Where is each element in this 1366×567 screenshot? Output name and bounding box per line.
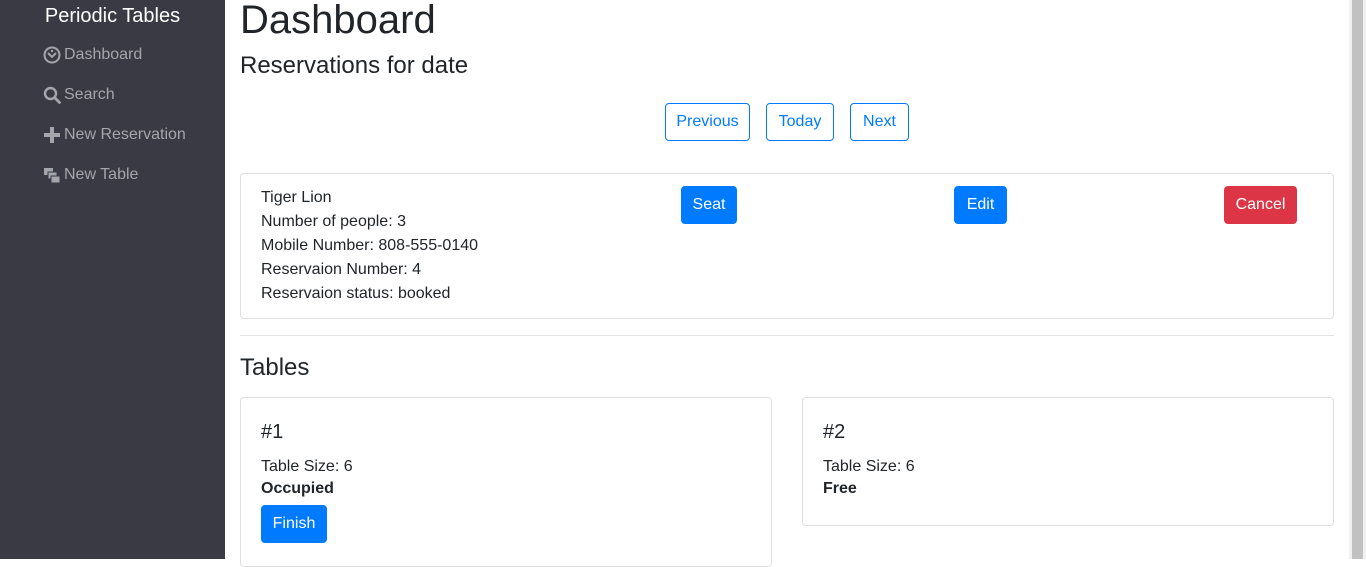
sidebar-item-search[interactable]: Search	[43, 83, 115, 107]
scrollbar-thumb[interactable]	[1352, 0, 1363, 559]
reservation-people: Number of people: 3	[261, 213, 406, 230]
plus-icon	[43, 126, 61, 144]
seat-button[interactable]: Seat	[681, 186, 737, 224]
table-name: #2	[823, 421, 846, 443]
cancel-button[interactable]: Cancel	[1224, 186, 1297, 224]
reservation-status: Reservaion status: booked	[261, 285, 451, 302]
reservation-mobile: Mobile Number: 808-555-0140	[261, 237, 479, 254]
sidebar-item-new-table[interactable]: New Table	[43, 163, 138, 187]
divider	[240, 335, 1334, 336]
next-button[interactable]: Next	[850, 103, 909, 141]
sidebar-item-label: New Reservation	[64, 126, 186, 143]
table-size: Table Size: 6	[823, 458, 915, 475]
layers-icon	[43, 166, 61, 184]
search-icon	[43, 86, 61, 104]
previous-button[interactable]: Previous	[665, 103, 750, 141]
sidebar-item-label: New Table	[64, 166, 139, 183]
sidebar-item-new-reservation[interactable]: New Reservation	[43, 123, 186, 147]
reservation-name: Tiger Lion	[261, 189, 332, 206]
finish-button[interactable]: Finish	[261, 505, 327, 543]
table-status: Free	[823, 480, 857, 497]
table-name: #1	[261, 421, 284, 443]
sidebar: Periodic Tables Dashboard Search New Res…	[0, 0, 225, 559]
sidebar-item-label: Dashboard	[64, 46, 143, 63]
reservations-subtitle: Reservations for date	[240, 52, 469, 79]
dashboard-icon	[43, 46, 61, 64]
sidebar-item-label: Search	[64, 86, 115, 103]
tables-heading: Tables	[240, 354, 310, 381]
brand-title: Periodic Tables	[44, 5, 181, 27]
edit-button[interactable]: Edit	[954, 186, 1007, 224]
table-status: Occupied	[261, 480, 334, 497]
today-button[interactable]: Today	[766, 103, 834, 141]
page-title: Dashboard	[240, 0, 436, 42]
sidebar-item-dashboard[interactable]: Dashboard	[43, 43, 142, 67]
table-size: Table Size: 6	[261, 458, 353, 475]
reservation-number: Reservaion Number: 4	[261, 261, 422, 278]
